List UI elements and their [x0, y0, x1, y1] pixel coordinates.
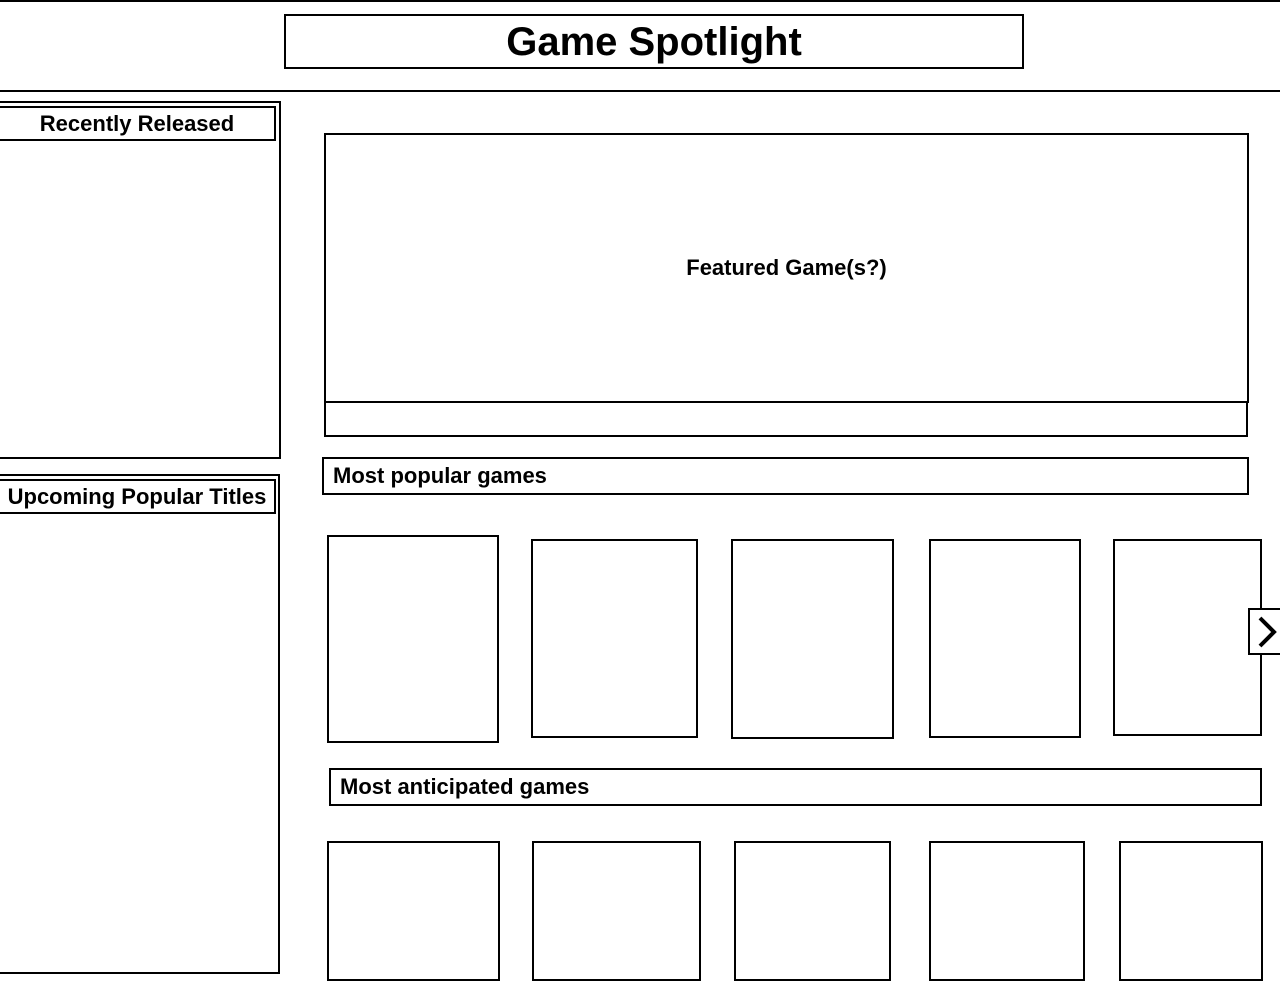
chevron-right-icon — [1258, 616, 1277, 647]
popular-next-button[interactable] — [1248, 608, 1280, 655]
popular-game-card[interactable] — [531, 539, 698, 738]
featured-game-label: Featured Game(s?) — [686, 255, 887, 280]
page-title-text: Game Spotlight — [506, 19, 802, 64]
anticipated-game-card[interactable] — [327, 841, 500, 981]
upcoming-popular-heading-text: Upcoming Popular Titles — [7, 483, 267, 509]
featured-game-caption-bar — [324, 401, 1248, 437]
most-anticipated-heading-text: Most anticipated games — [340, 774, 590, 799]
most-popular-heading-text: Most popular games — [333, 463, 547, 488]
popular-game-card[interactable] — [327, 535, 499, 743]
upcoming-popular-heading: Upcoming Popular Titles — [0, 479, 276, 514]
most-anticipated-heading: Most anticipated games — [329, 768, 1262, 806]
most-popular-heading: Most popular games — [322, 457, 1249, 495]
anticipated-game-card[interactable] — [734, 841, 891, 981]
header-divider — [0, 90, 1280, 92]
recently-released-heading-text: Recently Released — [39, 110, 235, 136]
upcoming-popular-panel — [0, 474, 280, 974]
popular-game-card[interactable] — [731, 539, 894, 739]
anticipated-game-card[interactable] — [1119, 841, 1263, 981]
popular-game-card[interactable] — [929, 539, 1081, 738]
anticipated-game-card[interactable] — [929, 841, 1085, 981]
top-border — [0, 0, 1280, 2]
page-title: Game Spotlight — [284, 14, 1024, 69]
recently-released-panel — [0, 101, 281, 459]
popular-game-card[interactable] — [1113, 539, 1262, 736]
featured-game-banner[interactable]: Featured Game(s?) — [324, 133, 1249, 403]
anticipated-game-card[interactable] — [532, 841, 701, 981]
recently-released-heading: Recently Released — [0, 106, 276, 141]
